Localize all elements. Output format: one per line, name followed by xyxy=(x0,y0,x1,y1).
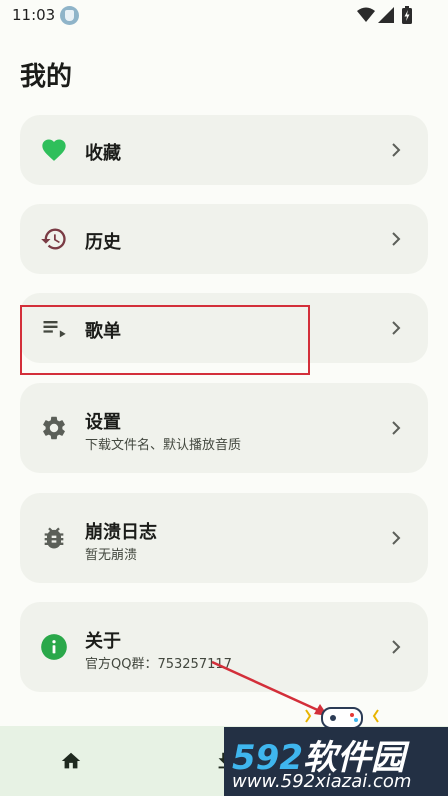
chevron-right-icon xyxy=(390,639,402,655)
history-icon xyxy=(40,225,68,253)
status-time: 11:03 xyxy=(12,6,56,24)
menu-item-settings-subtitle: 下载文件名、默认播放音质 xyxy=(85,438,242,453)
menu-item-favorites[interactable]: 收藏 xyxy=(20,115,428,185)
status-bar: 11:03 xyxy=(0,0,448,32)
page-title: 我的 xyxy=(20,62,73,92)
info-icon xyxy=(40,633,68,661)
chevron-right-icon xyxy=(390,320,402,336)
gamepad-mascot-icon xyxy=(305,707,379,729)
signal-icon xyxy=(378,7,394,23)
chevron-right-icon xyxy=(390,530,402,546)
home-icon[interactable] xyxy=(60,750,82,772)
menu-item-crash-log-label: 崩溃日志 xyxy=(85,522,157,543)
screen: 11:03 我的 收藏 历史 歌单 设置 下载文件名、默认播放音质 崩溃日志 暂… xyxy=(0,0,448,796)
chevron-right-icon xyxy=(390,142,402,158)
menu-item-history-label: 历史 xyxy=(85,232,121,253)
menu-item-crash-log-subtitle: 暂无崩溃 xyxy=(85,548,138,563)
battery-charging-icon xyxy=(402,6,412,24)
menu-item-crash-log[interactable]: 崩溃日志 暂无崩溃 xyxy=(20,493,428,583)
menu-item-about[interactable]: 关于 官方QQ群：753257117 xyxy=(20,602,428,692)
bug-icon xyxy=(40,524,68,552)
menu-item-settings[interactable]: 设置 下载文件名、默认播放音质 xyxy=(20,383,428,473)
app-notification-icon xyxy=(60,6,79,25)
menu-item-about-label: 关于 xyxy=(85,631,121,652)
menu-item-settings-label: 设置 xyxy=(85,412,121,433)
chevron-right-icon xyxy=(390,420,402,436)
menu-item-favorites-label: 收藏 xyxy=(85,143,121,164)
watermark-url: www.592xiazai.com xyxy=(232,771,412,792)
menu-item-about-subtitle: 官方QQ群：753257117 xyxy=(85,657,232,672)
highlight-box xyxy=(20,305,310,375)
heart-icon xyxy=(40,136,68,164)
chevron-right-icon xyxy=(390,231,402,247)
gear-icon xyxy=(40,414,68,442)
wifi-icon xyxy=(357,7,375,22)
menu-item-history[interactable]: 历史 xyxy=(20,204,428,274)
